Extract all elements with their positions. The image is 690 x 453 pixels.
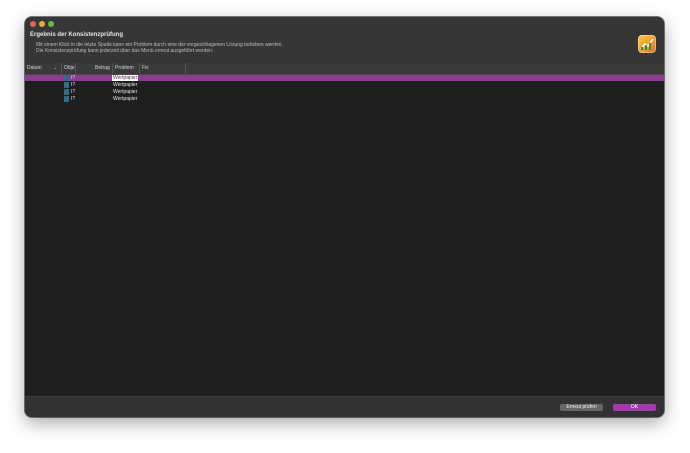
- table-header: Datum ⌄ Obje Betrag Problem Fix: [25, 63, 664, 75]
- column-header-spacer: [76, 63, 93, 74]
- problem-cell[interactable]: Wertpapier: [112, 82, 138, 88]
- column-header-datum[interactable]: Datum ⌄: [25, 63, 62, 74]
- table-row[interactable]: I? Wertpapier: [25, 89, 664, 95]
- ok-button[interactable]: OK: [613, 404, 656, 411]
- results-table: Datum ⌄ Obje Betrag Problem Fix I? Wertp…: [25, 63, 664, 396]
- recheck-button[interactable]: Erneut prüfen: [560, 404, 603, 411]
- column-header-fix[interactable]: Fix: [140, 63, 186, 74]
- problem-cell[interactable]: Wertpapier: [112, 75, 139, 81]
- minimize-window-button[interactable]: [39, 21, 45, 27]
- column-header-problem[interactable]: Problem: [113, 63, 140, 74]
- dialog-footer: Erneut prüfen OK: [25, 396, 664, 417]
- close-window-button[interactable]: [30, 21, 36, 27]
- object-cell: I?: [71, 82, 76, 88]
- security-icon: [64, 82, 69, 88]
- problem-cell[interactable]: Wertpapier: [112, 89, 138, 95]
- table-row[interactable]: I? Wertpapier: [25, 75, 664, 81]
- consistency-check-window: Ergebnis der Konsistenzprüfung Mit einem…: [25, 17, 664, 417]
- table-row[interactable]: I? Wertpapier: [25, 82, 664, 88]
- sort-indicator-icon: ⌄: [53, 65, 58, 71]
- maximize-window-button[interactable]: [48, 21, 54, 27]
- instruction-text-2: Die Konsistenzprüfung kann jederzeit übe…: [36, 48, 214, 54]
- title-bar: Ergebnis der Konsistenzprüfung Mit einem…: [25, 17, 664, 63]
- object-cell: I?: [71, 89, 76, 95]
- security-icon: [64, 89, 69, 95]
- object-cell: I?: [71, 96, 76, 102]
- security-icon: [64, 96, 69, 102]
- problem-cell[interactable]: Wertpapier: [112, 96, 138, 102]
- object-cell: I?: [71, 75, 76, 81]
- table-row[interactable]: I? Wertpapier: [25, 96, 664, 102]
- dialog-title: Ergebnis der Konsistenzprüfung: [30, 32, 124, 38]
- column-header-betrag[interactable]: Betrag: [93, 63, 113, 74]
- security-icon: [64, 75, 69, 81]
- portfolio-chart-icon: [638, 35, 656, 53]
- column-header-objekt[interactable]: Obje: [62, 63, 76, 74]
